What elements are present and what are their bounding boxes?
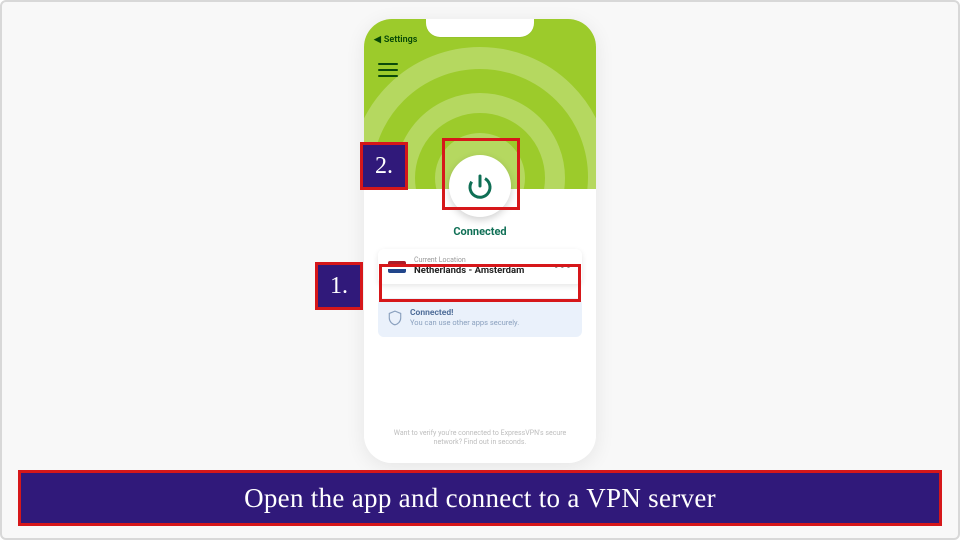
callout-step-1: 1. xyxy=(315,262,363,310)
shield-icon xyxy=(388,310,402,326)
instruction-banner: Open the app and connect to a VPN server xyxy=(18,470,942,526)
statusbar-label: Settings xyxy=(384,35,418,45)
callout-step-2: 2. xyxy=(360,142,408,190)
instruction-text: Open the app and connect to a VPN server xyxy=(244,483,716,514)
connected-banner-text: Connected! You can use other apps secure… xyxy=(410,308,519,327)
hamburger-menu-icon[interactable] xyxy=(378,63,398,77)
connected-subtitle: You can use other apps securely. xyxy=(410,318,519,327)
tutorial-slide: ◀ Settings Connected Cu xyxy=(0,0,960,540)
phone-notch xyxy=(426,19,534,37)
connected-banner: Connected! You can use other apps secure… xyxy=(378,298,582,337)
connected-title: Connected! xyxy=(410,308,519,318)
back-to-settings[interactable]: ◀ Settings xyxy=(374,35,417,45)
highlight-box-location xyxy=(379,264,581,302)
footer-note: Want to verify you're connected to Expre… xyxy=(378,429,582,449)
connection-status: Connected xyxy=(449,225,511,238)
phone-frame: ◀ Settings Connected Cu xyxy=(364,19,596,463)
callout-label: 1. xyxy=(330,273,348,300)
callout-label: 2. xyxy=(375,153,393,180)
highlight-box-power xyxy=(442,138,520,210)
chevron-left-icon: ◀ xyxy=(374,35,381,45)
